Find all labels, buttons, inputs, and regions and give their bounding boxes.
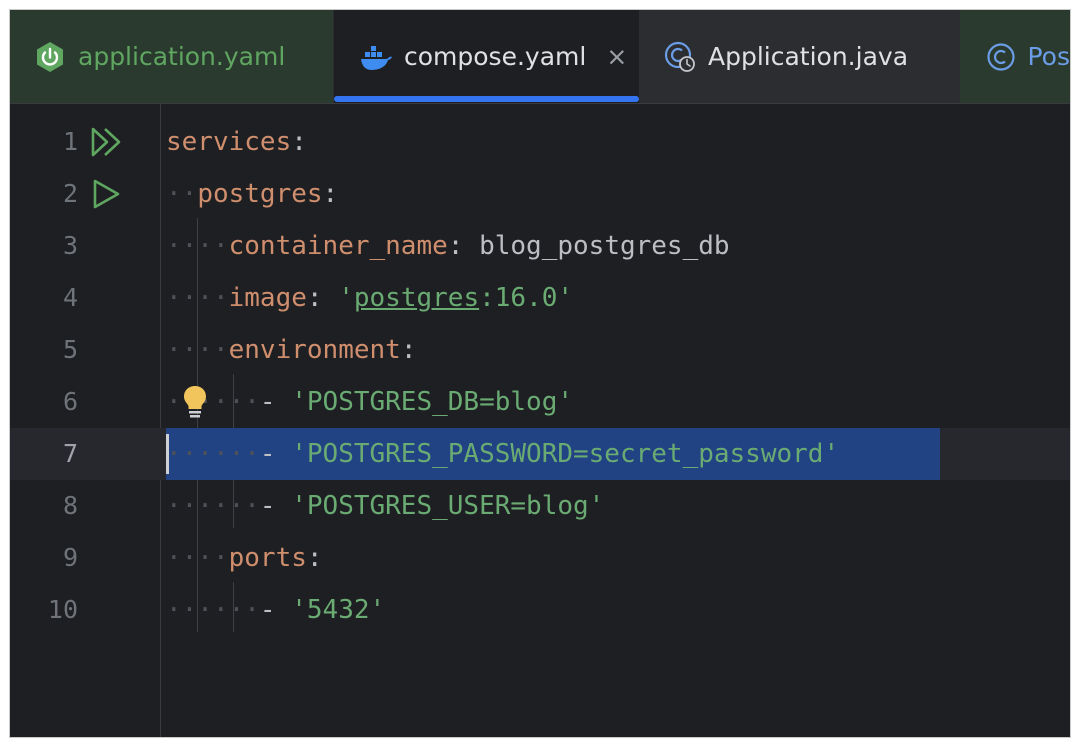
yaml-key: container_name [228,231,448,261]
code-text: ····environment: [166,335,417,365]
tab-truncated[interactable]: Pos [960,10,1070,103]
yaml-key: image [228,283,307,313]
code-text: ····image: 'postgres:16.0' [166,283,574,313]
close-tab-icon[interactable]: × [606,42,627,71]
line-number: 2 [62,179,78,208]
line-number: 5 [62,335,78,364]
spring-boot-icon [32,39,68,75]
code-line[interactable]: 6 ······- 'POSTGRES_DB=blog' [10,376,1070,428]
active-tab-indicator [334,96,639,102]
line-number: 10 [47,595,78,624]
yaml-value: 'POSTGRES_USER=blog' [291,491,605,521]
code-editor[interactable]: 1 services: 2 ··postgres: 3 ····containe… [10,104,1070,737]
yaml-key: postgres [197,179,323,209]
line-number: 3 [62,231,78,260]
yaml-value: 'POSTGRES_DB=blog' [291,387,573,417]
code-line[interactable]: 8 ······- 'POSTGRES_USER=blog' [10,480,1070,532]
run-all-icon[interactable] [90,126,124,158]
tab-label: compose.yaml [404,42,587,71]
java-class-icon [984,39,1017,75]
yaml-value: 'POSTGRES_PASSWORD=secret_password' [291,439,840,469]
line-number: 6 [62,387,78,416]
code-text: services: [166,127,307,157]
code-text: ····container_name: blog_postgres_db [166,231,730,261]
image-link[interactable]: postgres [354,283,479,313]
code-text: ······- 'POSTGRES_USER=blog' [166,491,605,521]
line-number: 4 [62,283,78,312]
tab-label: Pos [1027,42,1070,71]
code-text: ····ports: [166,543,323,573]
code-text: ······- '5432' [166,595,386,625]
code-line[interactable]: 2 ··postgres: [10,168,1070,220]
ide-window: application.yaml compose.yaml × Applicat… [10,10,1070,737]
line-number: 9 [62,543,78,572]
line-number: 1 [62,127,78,156]
line-number: 7 [62,439,78,468]
tab-compose-yaml[interactable]: compose.yaml × [334,10,639,103]
yaml-key: environment [228,335,401,365]
code-line[interactable]: 1 services: [10,116,1070,168]
tab-application-yaml[interactable]: application.yaml [10,10,333,103]
text-caret [166,434,169,474]
line-number: 8 [62,491,78,520]
code-line[interactable]: 3 ····container_name: blog_postgres_db [10,220,1070,272]
code-text: ··postgres: [166,179,339,209]
lightbulb-icon[interactable] [180,384,210,420]
yaml-key: services [166,127,292,157]
editor-tab-bar: application.yaml compose.yaml × Applicat… [10,10,1070,104]
code-line[interactable]: 4 ····image: 'postgres:16.0' [10,272,1070,324]
java-class-run-icon [662,39,698,75]
tab-application-java[interactable]: Application.java [640,10,958,103]
code-line-current[interactable]: 7 ······- 'POSTGRES_PASSWORD=secret_pass… [10,428,1070,480]
yaml-key: ports [228,543,307,573]
code-line[interactable]: 5 ····environment: [10,324,1070,376]
tab-label: application.yaml [78,42,286,71]
code-line[interactable]: 10 ······- '5432' [10,584,1070,636]
code-text: ······- 'POSTGRES_PASSWORD=secret_passwo… [166,439,840,469]
docker-icon [358,39,394,75]
yaml-value: '5432' [291,595,386,625]
tab-label: Application.java [708,42,909,71]
run-icon[interactable] [90,178,124,210]
code-line[interactable]: 9 ····ports: [10,532,1070,584]
yaml-value: blog_postgres_db [479,231,730,261]
code-text: ······- 'POSTGRES_DB=blog' [166,387,573,417]
